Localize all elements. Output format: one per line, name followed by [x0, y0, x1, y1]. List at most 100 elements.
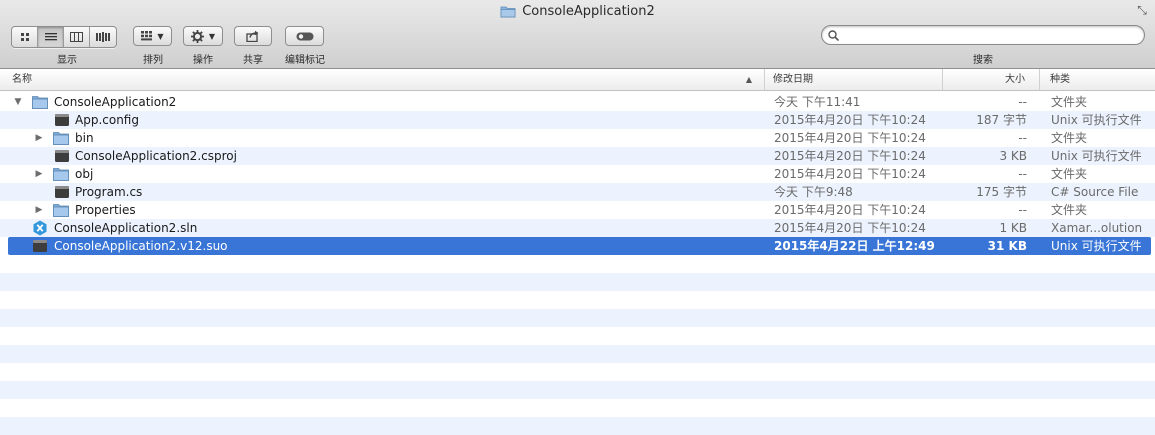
finder-toolbar: ConsoleApplication2 ⤡ 显示 ▼ 排列 ▼ 操作 共享 编辑…	[0, 0, 1155, 69]
file-date: 2015年4月20日 下午10:24	[774, 131, 926, 145]
edit-tags-button[interactable]	[285, 26, 324, 46]
edit-tags-label: 编辑标记	[285, 55, 325, 66]
file-name: ConsoleApplication2.sln	[54, 221, 198, 235]
share-label: 共享	[243, 55, 263, 66]
arrange-label: 排列	[143, 55, 163, 66]
file-list: ▼ ConsoleApplication2 今天 下午11:41 -- 文件夹 …	[0, 93, 1155, 435]
icon-view-button[interactable]	[12, 27, 38, 47]
list-view-button[interactable]	[38, 27, 64, 47]
sort-ascending-icon: ▲	[745, 75, 752, 84]
column-header: 名称 ▲ 修改日期 大小 种类	[0, 69, 1155, 91]
file-date: 今天 下午9:48	[774, 185, 853, 199]
file-row[interactable]: ▼ ConsoleApplication2 今天 下午11:41 -- 文件夹	[0, 93, 1155, 111]
file-name: ConsoleApplication2.csproj	[75, 149, 237, 163]
search-input[interactable]	[843, 27, 1144, 43]
column-name-label: 名称	[12, 74, 32, 85]
file-date: 2015年4月20日 下午10:24	[774, 149, 926, 163]
disclosure-collapsed-icon[interactable]: ▶	[33, 201, 45, 219]
file-date: 今天 下午11:41	[774, 95, 861, 109]
file-kind: 文件夹	[1051, 203, 1088, 217]
search-label: 搜索	[973, 55, 993, 66]
folder-icon	[32, 96, 48, 109]
file-row[interactable]: ▶ Properties 2015年4月20日 下午10:24 -- 文件夹	[0, 201, 1155, 219]
file-name: bin	[75, 131, 94, 145]
disclosure-expanded-icon[interactable]: ▼	[12, 93, 24, 111]
file-row[interactable]: ▶ obj 2015年4月20日 下午10:24 -- 文件夹	[0, 165, 1155, 183]
file-row[interactable]: ▶ bin 2015年4月20日 下午10:24 -- 文件夹	[0, 129, 1155, 147]
file-name: ConsoleApplication2.v12.suo	[54, 239, 228, 253]
gear-icon	[190, 29, 204, 43]
coverflow-icon	[96, 32, 110, 42]
fullscreen-icon[interactable]: ⤡	[1135, 3, 1149, 17]
file-name: ConsoleApplication2	[54, 95, 177, 109]
file-size: 31 KB	[987, 239, 1027, 253]
column-header-name[interactable]: 名称 ▲	[0, 69, 765, 90]
folder-icon	[53, 204, 69, 217]
executable-icon	[33, 240, 47, 252]
disclosure-collapsed-icon[interactable]: ▶	[33, 129, 45, 147]
column-header-size[interactable]: 大小	[943, 69, 1040, 90]
empty-row	[0, 309, 1155, 327]
xamarin-solution-icon	[33, 220, 47, 236]
file-kind: 文件夹	[1051, 131, 1088, 145]
folder-icon	[500, 6, 516, 17]
tag-icon	[296, 32, 313, 40]
search-icon	[828, 29, 839, 41]
file-size: --	[1018, 203, 1027, 217]
empty-row	[0, 381, 1155, 399]
file-date: 2015年4月20日 下午10:24	[774, 203, 926, 217]
empty-row	[0, 255, 1155, 273]
empty-row	[0, 345, 1155, 363]
file-date: 2015年4月22日 上午12:49	[774, 239, 935, 253]
window-title: ConsoleApplication2	[522, 3, 655, 19]
coverflow-view-button[interactable]	[90, 27, 116, 47]
disclosure-collapsed-icon[interactable]: ▶	[33, 165, 45, 183]
folder-icon	[53, 168, 69, 181]
file-size: --	[1018, 95, 1027, 109]
file-kind: 文件夹	[1051, 167, 1088, 181]
executable-icon	[55, 150, 69, 162]
chevron-down-icon: ▼	[157, 31, 164, 41]
empty-row	[0, 291, 1155, 309]
file-row[interactable]: ConsoleApplication2.sln 2015年4月20日 下午10:…	[0, 219, 1155, 237]
chevron-down-icon: ▼	[208, 31, 216, 41]
empty-row	[0, 273, 1155, 291]
file-kind: Unix 可执行文件	[1051, 149, 1142, 163]
file-name: obj	[75, 167, 94, 181]
file-name: App.config	[75, 113, 139, 127]
view-mode-control	[11, 26, 117, 48]
file-size: --	[1018, 131, 1027, 145]
empty-row	[0, 363, 1155, 381]
grid-icon	[20, 33, 29, 41]
file-row[interactable]: App.config 2015年4月20日 下午10:24 187 字节 Uni…	[0, 111, 1155, 129]
action-button[interactable]: ▼	[183, 26, 223, 46]
empty-row	[0, 327, 1155, 345]
action-label: 操作	[193, 55, 213, 66]
arrange-button[interactable]: ▼	[133, 26, 172, 46]
file-date: 2015年4月20日 下午10:24	[774, 221, 926, 235]
column-header-date[interactable]: 修改日期	[765, 69, 943, 90]
column-view-button[interactable]	[64, 27, 90, 47]
share-button[interactable]	[234, 26, 272, 46]
search-field[interactable]	[821, 25, 1145, 45]
folder-icon	[53, 132, 69, 145]
file-size: 187 字节	[976, 113, 1027, 127]
file-date: 2015年4月20日 下午10:24	[774, 167, 926, 181]
file-date: 2015年4月20日 下午10:24	[774, 113, 926, 127]
file-row[interactable]: ConsoleApplication2.csproj 2015年4月20日 下午…	[0, 147, 1155, 165]
arrange-grid-icon	[141, 31, 153, 41]
file-row[interactable]: Program.cs 今天 下午9:48 175 字节 C# Source Fi…	[0, 183, 1155, 201]
window-title-bar: ConsoleApplication2	[0, 2, 1155, 20]
executable-icon	[55, 186, 69, 198]
empty-row	[0, 399, 1155, 417]
column-kind-label: 种类	[1050, 74, 1070, 85]
column-header-kind[interactable]: 种类	[1040, 69, 1155, 90]
file-kind: Unix 可执行文件	[1051, 239, 1142, 253]
file-row-selected[interactable]: ConsoleApplication2.v12.suo 2015年4月22日 上…	[8, 237, 1151, 255]
file-size: --	[1018, 167, 1027, 181]
columns-icon	[70, 32, 83, 42]
file-kind: Unix 可执行文件	[1051, 113, 1142, 127]
file-kind: 文件夹	[1051, 95, 1088, 109]
executable-icon	[55, 114, 69, 126]
column-size-label: 大小	[1005, 74, 1025, 85]
